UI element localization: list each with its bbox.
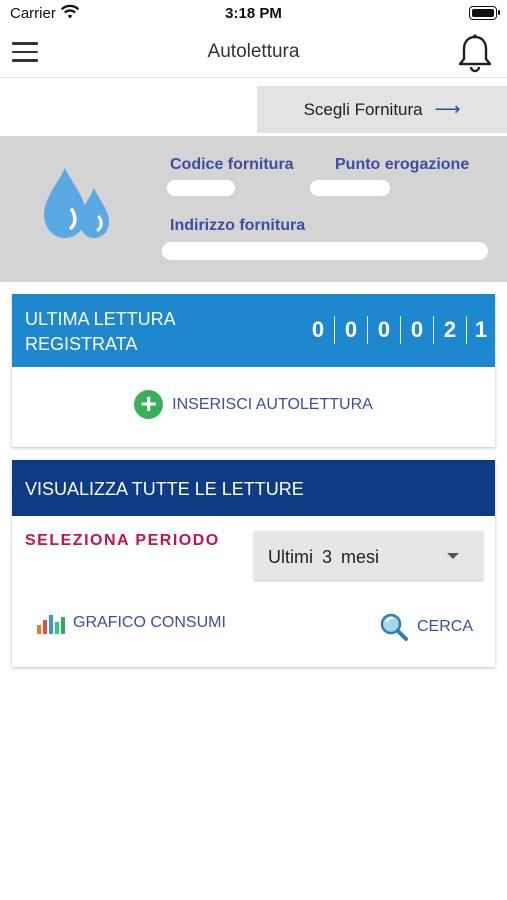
select-period-label: SELEZIONA PERIODO [25,532,220,549]
search-button[interactable]: CERCA [379,612,473,642]
all-readings-card: VISUALIZZA TUTTE LE LETTURE SELEZIONA PE… [12,460,495,667]
supply-address-value-redacted [162,242,488,260]
meter-digit: 2 [434,316,467,344]
all-readings-title: VISUALIZZA TUTTE LE LETTURE [25,479,304,499]
all-readings-header: VISUALIZZA TUTTE LE LETTURE [12,460,495,516]
period-select-value: Ultimi 3 mesi [268,547,380,567]
clock: 3:18 PM [225,5,282,22]
supply-code-label: Codice fornitura [170,156,294,173]
supply-code-value-redacted [167,180,235,196]
plus-circle-icon: + [134,390,164,419]
meter-digit: 0 [368,316,401,344]
arrow-right-icon: ⟶ [434,99,461,119]
period-select[interactable]: Ultimi 3 mesi [254,531,483,580]
choose-supply-label: Scegli Fornitura [303,99,423,119]
supply-info-panel: Codice fornitura Punto erogazione Indiri… [0,136,507,282]
delivery-point-label: Punto erogazione [335,156,470,173]
meter-digit: 1 [474,317,488,342]
bar-chart-icon [37,615,65,634]
search-label: CERCA [416,618,473,635]
consumption-chart-label: GRAFICO CONSUMI [73,614,226,631]
consumption-chart-button[interactable]: GRAFICO CONSUMI [37,612,226,634]
magnifier-icon [380,613,408,641]
meter-reading: 0 0 0 0 2 1 [302,316,495,344]
supply-address-label: Indirizzo fornitura [170,217,306,234]
choose-supply-button[interactable]: Scegli Fornitura ⟶ [257,86,507,133]
meter-digit: 0 [401,316,434,344]
meter-digit: 0 [335,316,368,344]
status-bar: Carrier 3:18 PM [0,0,507,28]
last-reading-card: ULTIMA LETTURA REGISTRATA 0 0 0 0 2 1 + … [12,294,495,447]
insert-reading-button[interactable]: + INSERISCI AUTOLETTURA [12,390,495,419]
insert-reading-label: INSERISCI AUTOLETTURA [172,395,373,413]
last-reading-title: ULTIMA LETTURA REGISTRATA [25,309,175,354]
nav-bar: Autolettura [0,28,507,78]
bell-icon[interactable] [455,32,495,74]
water-drops-icon [44,168,109,238]
caret-down-icon [447,553,459,559]
page-title: Autolettura [207,41,300,62]
meter-digit: 0 [302,316,335,344]
last-reading-header: ULTIMA LETTURA REGISTRATA 0 0 0 0 2 1 [12,294,495,367]
battery-icon [469,6,500,20]
delivery-point-value-redacted [310,180,390,196]
